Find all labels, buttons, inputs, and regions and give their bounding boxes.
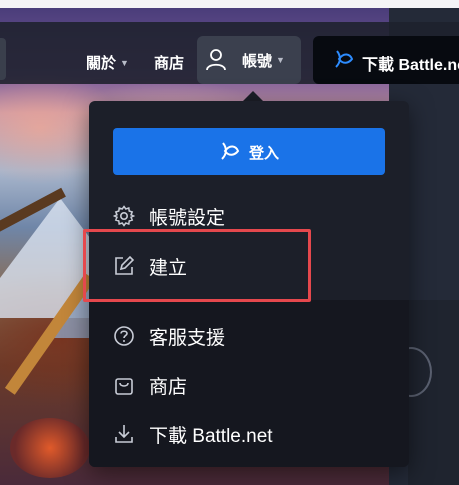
battlenet-logo-icon <box>221 142 240 160</box>
login-button[interactable]: 登入 <box>113 128 385 175</box>
user-icon <box>206 49 226 71</box>
shopping-bag-icon <box>113 374 135 396</box>
download-battlenet-button[interactable]: 下載 Battle.net <box>313 36 459 84</box>
download-icon <box>113 423 135 445</box>
menu-item-shop[interactable]: 商店 <box>113 370 187 400</box>
chevron-down-icon: ▼ <box>120 57 129 68</box>
nav-shop-label: 商店 <box>154 55 185 72</box>
help-icon <box>113 325 135 347</box>
menu-item-account-settings[interactable]: 帳號設定 <box>113 201 225 231</box>
highlight-box <box>83 229 311 302</box>
nav-about-label: 關於 <box>86 55 117 72</box>
menu-item-label: 下載 Battle.net <box>149 425 273 447</box>
nav-left-box[interactable] <box>0 38 6 80</box>
nav-about[interactable]: 關於 ▼ <box>86 52 129 73</box>
menu-item-download[interactable]: 下載 Battle.net <box>113 419 273 449</box>
menu-item-label: 客服支援 <box>149 327 226 349</box>
login-button-label: 登入 <box>249 145 280 162</box>
nav-shop[interactable]: 商店 <box>154 52 184 73</box>
nav-account[interactable]: 帳號 ▼ <box>206 49 285 71</box>
menu-item-label: 帳號設定 <box>149 207 226 229</box>
gear-icon <box>113 205 135 227</box>
menu-item-label: 商店 <box>149 376 188 398</box>
chevron-down-icon: ▼ <box>276 55 285 65</box>
download-button-label: 下載 Battle.net <box>362 57 459 74</box>
battlenet-logo-icon <box>335 50 354 68</box>
menu-item-support[interactable]: 客服支援 <box>113 321 225 351</box>
nav-account-label: 帳號 <box>242 52 273 70</box>
window-top-strip <box>0 0 459 8</box>
